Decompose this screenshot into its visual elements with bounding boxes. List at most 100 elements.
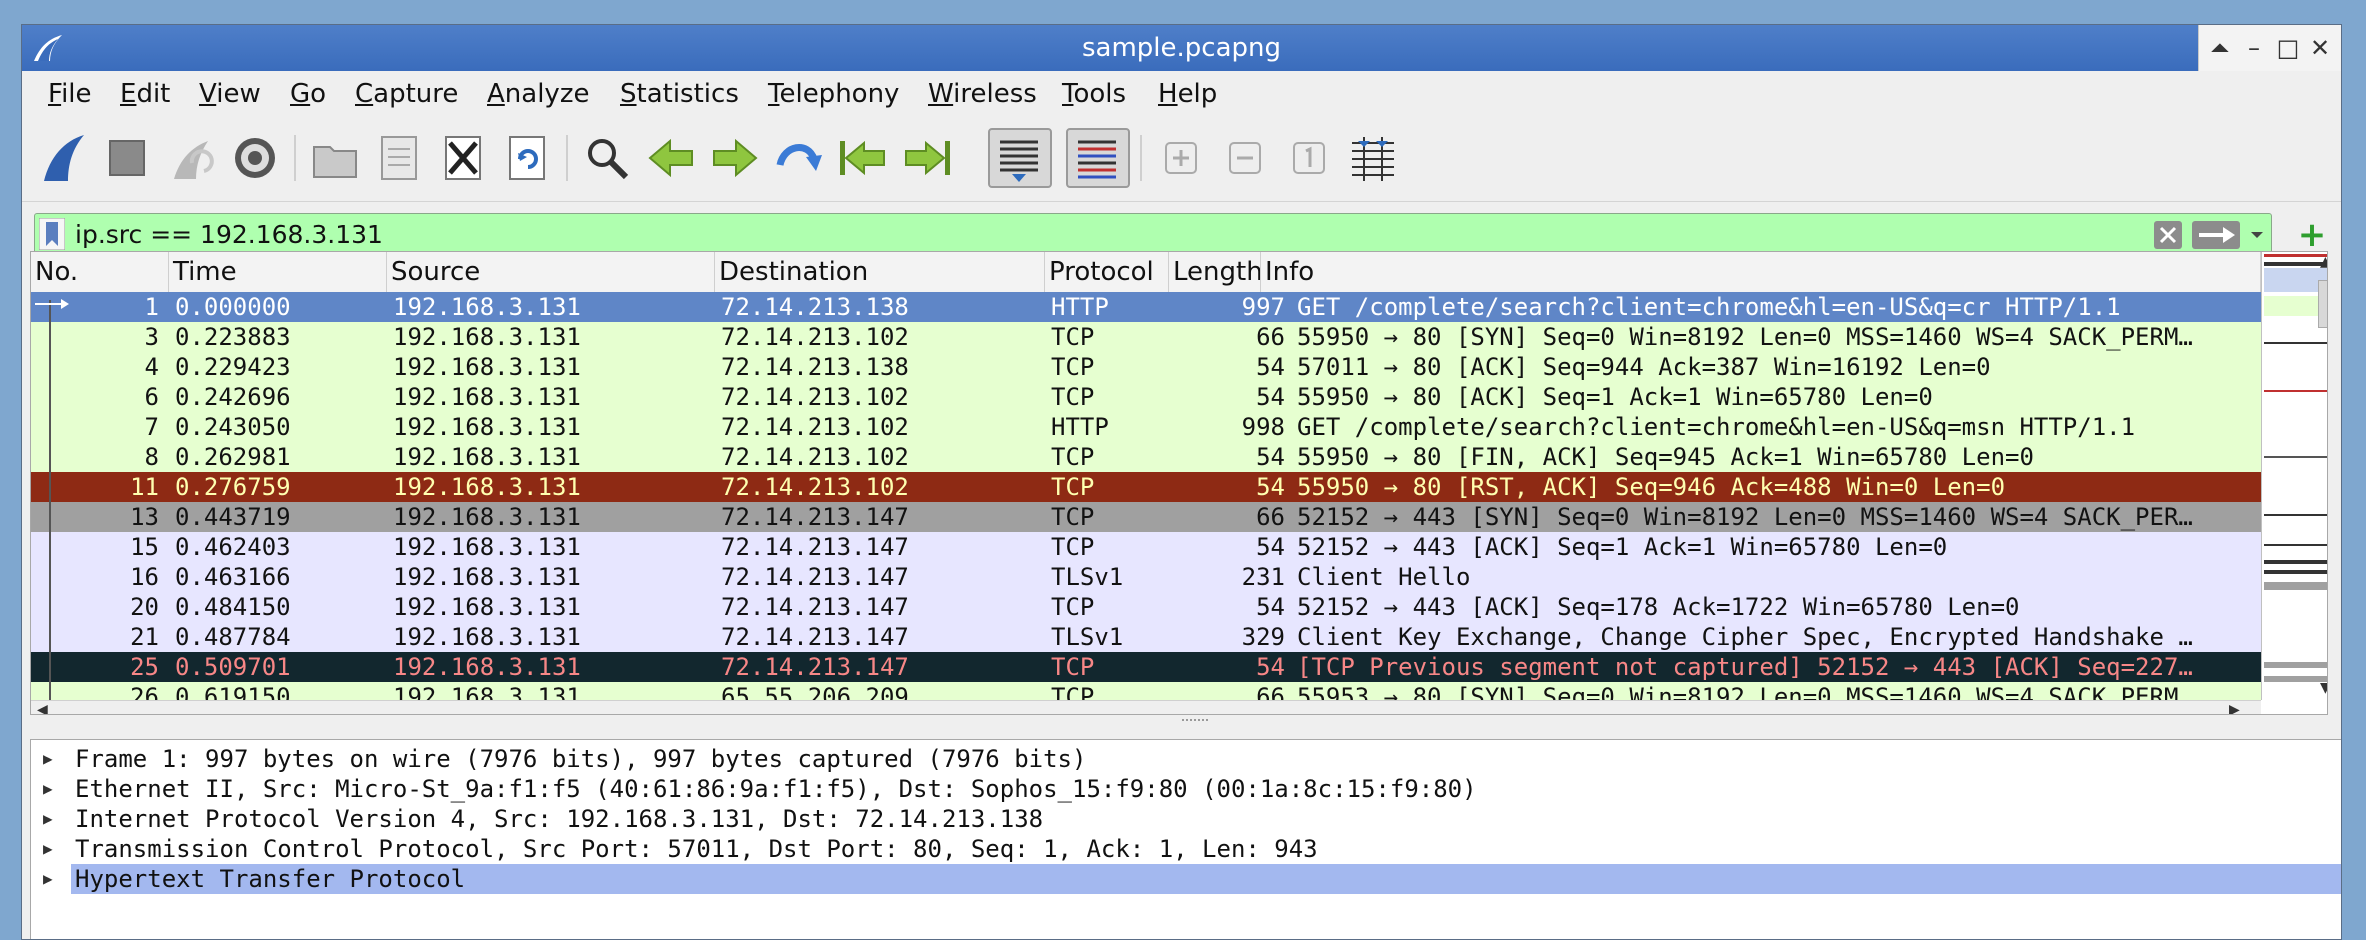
packet-info: 55950 → 80 [FIN, ACK] Seq=945 Ack=1 Win=… bbox=[1297, 443, 2034, 471]
go-to-packet-icon[interactable] bbox=[770, 129, 828, 187]
packet-row[interactable]: 13 0.443719 192.168.3.131 72.14.213.147 TCP 6… bbox=[31, 502, 2261, 532]
expand-arrow-icon[interactable]: ▶ bbox=[43, 834, 53, 864]
packet-info: 55950 → 80 [SYN] Seq=0 Win=8192 Len=0 MS… bbox=[1297, 323, 2193, 351]
clear-filter-icon[interactable] bbox=[2153, 220, 2183, 250]
scroll-left-icon[interactable]: ◀ bbox=[37, 702, 48, 714]
expand-arrow-icon[interactable]: ▶ bbox=[43, 864, 53, 894]
normal-size-icon[interactable] bbox=[1280, 129, 1338, 187]
main-toolbar bbox=[22, 117, 2341, 202]
close-button[interactable]: ✕ bbox=[2305, 31, 2335, 65]
packet-row[interactable]: 8 0.262981 192.168.3.131 72.14.213.102 TCP 54… bbox=[31, 442, 2261, 472]
packet-row[interactable]: 20 0.484150 192.168.3.131 72.14.213.147 TCP 5… bbox=[31, 592, 2261, 622]
capture-options-icon[interactable] bbox=[226, 129, 284, 187]
packet-row[interactable]: 1 0.000000 192.168.3.131 72.14.213.138 HTTP 9… bbox=[31, 292, 2261, 322]
column-info[interactable]: Info bbox=[1261, 252, 2261, 292]
menu-capture[interactable]: Capture bbox=[355, 71, 458, 117]
shade-button[interactable]: ⏶ bbox=[2205, 31, 2235, 65]
packet-row[interactable]: 15 0.462403 192.168.3.131 72.14.213.147 TCP 5… bbox=[31, 532, 2261, 562]
menu-view[interactable]: View bbox=[199, 71, 261, 117]
packet-row[interactable]: 26 0.619150 192.168.3.131 65.55.206.209 TCP 6… bbox=[31, 682, 2261, 700]
menu-help[interactable]: Help bbox=[1158, 71, 1217, 117]
filter-history-dropdown-icon[interactable] bbox=[2247, 220, 2267, 250]
colorize-icon[interactable] bbox=[1066, 128, 1130, 188]
column-source[interactable]: Source bbox=[387, 252, 715, 292]
menu-edit[interactable]: Edit bbox=[120, 71, 170, 117]
last-packet-icon[interactable] bbox=[898, 129, 956, 187]
packet-row[interactable]: 21 0.487784 192.168.3.131 72.14.213.147 TLSv… bbox=[31, 622, 2261, 652]
title-bar[interactable]: sample.pcapng ⏶ – □ ✕ bbox=[22, 25, 2341, 71]
packet-row[interactable]: 7 0.243050 192.168.3.131 72.14.213.102 HTTP 9… bbox=[31, 412, 2261, 442]
packet-destination: 72.14.213.138 bbox=[721, 353, 909, 381]
reload-file-icon[interactable] bbox=[498, 129, 556, 187]
packet-protocol: TCP bbox=[1051, 593, 1095, 621]
column-no[interactable]: No. bbox=[31, 252, 169, 292]
pane-splitter[interactable] bbox=[22, 715, 2341, 729]
filter-bookmark-icon[interactable] bbox=[39, 218, 65, 250]
menu-file[interactable]: File bbox=[48, 71, 92, 117]
find-packet-icon[interactable] bbox=[578, 129, 636, 187]
display-filter-input[interactable] bbox=[75, 214, 2155, 254]
detail-tcp[interactable]: ▶ Transmission Control Protocol, Src Por… bbox=[31, 834, 2341, 864]
splitter-grip-icon[interactable] bbox=[1182, 719, 1208, 725]
vertical-scroll-thumb[interactable] bbox=[2318, 280, 2327, 328]
expand-arrow-icon[interactable]: ▶ bbox=[43, 804, 53, 834]
column-destination[interactable]: Destination bbox=[715, 252, 1045, 292]
resize-columns-icon[interactable] bbox=[1344, 129, 1402, 187]
zoom-out-icon[interactable] bbox=[1216, 129, 1274, 187]
packet-source: 192.168.3.131 bbox=[393, 593, 581, 621]
go-forward-icon[interactable] bbox=[706, 129, 764, 187]
horizontal-scrollbar[interactable]: ◀ ▶ bbox=[31, 700, 2261, 714]
detail-frame[interactable]: ▶ Frame 1: 997 bytes on wire (7976 bits)… bbox=[31, 744, 2341, 774]
packet-row[interactable]: 6 0.242696 192.168.3.131 72.14.213.102 TCP 54… bbox=[31, 382, 2261, 412]
packet-details-pane: ▶ Frame 1: 997 bytes on wire (7976 bits)… bbox=[30, 739, 2341, 939]
window-title: sample.pcapng bbox=[1081, 33, 1281, 63]
expand-arrow-icon[interactable]: ▶ bbox=[43, 774, 53, 804]
packet-length: 66 bbox=[1256, 503, 1285, 531]
packet-row[interactable]: 25 0.509701 192.168.3.131 72.14.213.147 TCP 5… bbox=[31, 652, 2261, 682]
detail-ethernet[interactable]: ▶ Ethernet II, Src: Micro-St_9a:f1:f5 (4… bbox=[31, 774, 2341, 804]
column-time[interactable]: Time bbox=[169, 252, 387, 292]
packet-destination: 72.14.213.102 bbox=[721, 383, 909, 411]
scroll-down-icon[interactable]: ▼ bbox=[2320, 680, 2327, 696]
packet-row[interactable]: 16 0.463166 192.168.3.131 72.14.213.147 TLSv… bbox=[31, 562, 2261, 592]
scroll-right-icon[interactable]: ▶ bbox=[2229, 702, 2240, 714]
expand-arrow-icon[interactable]: ▶ bbox=[43, 744, 53, 774]
open-file-icon[interactable] bbox=[306, 129, 364, 187]
menu-statistics[interactable]: Statistics bbox=[620, 71, 739, 117]
column-length[interactable]: Length bbox=[1169, 252, 1261, 292]
packet-source: 192.168.3.131 bbox=[393, 413, 581, 441]
packet-protocol: TCP bbox=[1051, 443, 1095, 471]
column-protocol[interactable]: Protocol bbox=[1045, 252, 1169, 292]
minimize-button[interactable]: – bbox=[2239, 31, 2269, 65]
stop-capture-icon[interactable] bbox=[98, 129, 156, 187]
packet-protocol: TCP bbox=[1051, 473, 1095, 501]
packet-protocol: TCP bbox=[1051, 533, 1095, 561]
menu-go[interactable]: Go bbox=[290, 71, 326, 117]
packet-row[interactable]: 3 0.223883 192.168.3.131 72.14.213.102 TCP 66… bbox=[31, 322, 2261, 352]
apply-filter-icon[interactable] bbox=[2191, 220, 2241, 250]
first-packet-icon[interactable] bbox=[834, 129, 892, 187]
menu-wireless[interactable]: Wireless bbox=[928, 71, 1037, 117]
packet-row[interactable]: 11 0.276759 192.168.3.131 72.14.213.102 TCP 5… bbox=[31, 472, 2261, 502]
menu-tools[interactable]: Tools bbox=[1062, 71, 1126, 117]
packet-protocol: HTTP bbox=[1051, 293, 1109, 321]
menu-analyze[interactable]: Analyze bbox=[487, 71, 589, 117]
restart-capture-icon[interactable] bbox=[162, 129, 220, 187]
menu-telephony[interactable]: Telephony bbox=[768, 71, 899, 117]
zoom-in-icon[interactable] bbox=[1152, 129, 1210, 187]
detail-http[interactable]: ▶ Hypertext Transfer Protocol bbox=[31, 864, 2341, 894]
packet-minimap[interactable]: ▲ ▼ bbox=[2261, 252, 2327, 700]
scroll-up-icon[interactable]: ▲ bbox=[2320, 254, 2327, 270]
packet-info: 55953 → 80 [SYN] Seq=0 Win=8192 Len=0 MS… bbox=[1297, 683, 2193, 700]
maximize-button[interactable]: □ bbox=[2273, 31, 2303, 65]
save-file-icon[interactable] bbox=[370, 129, 428, 187]
close-file-icon[interactable] bbox=[434, 129, 492, 187]
packet-time: 0.223883 bbox=[175, 323, 291, 351]
go-back-icon[interactable] bbox=[642, 129, 700, 187]
shark-fin-start-icon[interactable] bbox=[34, 129, 92, 187]
detail-ipv4[interactable]: ▶ Internet Protocol Version 4, Src: 192.… bbox=[31, 804, 2341, 834]
packet-row[interactable]: 4 0.229423 192.168.3.131 72.14.213.138 TCP 54… bbox=[31, 352, 2261, 382]
autoscroll-icon[interactable] bbox=[988, 128, 1052, 188]
packet-length: 54 bbox=[1256, 533, 1285, 561]
add-filter-button-icon[interactable]: + bbox=[2292, 215, 2332, 255]
